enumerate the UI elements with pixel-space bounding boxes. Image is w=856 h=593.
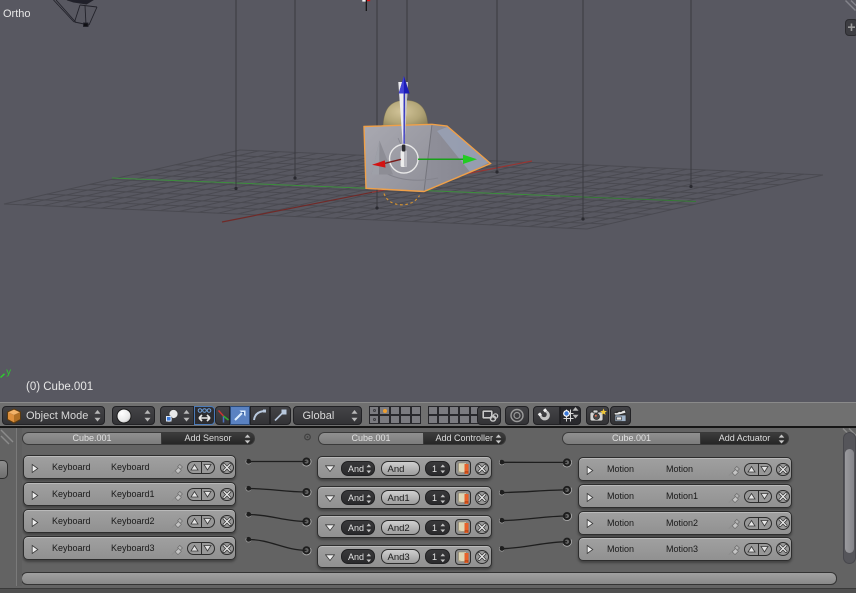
svg-text:y: y [6,367,11,378]
